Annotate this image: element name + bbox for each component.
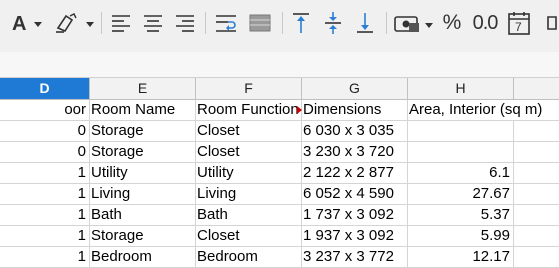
align-right-icon bbox=[176, 15, 194, 32]
toolbar-separator bbox=[282, 12, 283, 34]
overflow-icon bbox=[547, 16, 557, 30]
decimal-format-icon: 0.0 bbox=[472, 11, 499, 34]
table-cell[interactable]: 1 bbox=[0, 205, 90, 226]
column-letter: H bbox=[455, 80, 466, 96]
column-header-next[interactable] bbox=[514, 78, 559, 100]
table-cell[interactable]: 3 230 x 3 720 bbox=[302, 142, 408, 163]
merge-cells-icon bbox=[249, 14, 271, 32]
toolbar-separator bbox=[386, 12, 387, 34]
table-cell[interactable]: Bedroom bbox=[90, 247, 196, 268]
wrap-text-button[interactable] bbox=[212, 10, 240, 36]
table-cell[interactable]: Bedroom bbox=[196, 247, 302, 268]
text-overflow-indicator bbox=[297, 106, 302, 114]
table-cell[interactable]: Utility bbox=[196, 163, 302, 184]
align-left-button[interactable] bbox=[108, 10, 134, 36]
align-center-icon bbox=[144, 15, 162, 32]
column-title-cell[interactable]: Room Name bbox=[90, 100, 196, 121]
table-cell[interactable]: 0 bbox=[0, 142, 90, 163]
percent-format-button[interactable]: % bbox=[440, 10, 464, 36]
toolbar-separator bbox=[205, 12, 206, 34]
table-cell[interactable]: Storage bbox=[90, 121, 196, 142]
table-cell[interactable]: 1 937 x 3 092 bbox=[302, 226, 408, 247]
align-bottom-icon bbox=[357, 13, 373, 33]
spreadsheet-grid[interactable]: D E F G H oor Room Name Room Function Dimen… bbox=[0, 78, 559, 268]
currency-format-button[interactable] bbox=[392, 10, 436, 36]
table-cell[interactable]: 0 bbox=[0, 121, 90, 142]
table-cell-empty[interactable] bbox=[514, 226, 559, 247]
date-format-icon: 7 bbox=[508, 12, 530, 35]
table-cell-empty[interactable] bbox=[514, 142, 559, 163]
table-cell[interactable]: Closet bbox=[196, 121, 302, 142]
table-cell[interactable]: Closet bbox=[196, 142, 302, 163]
column-title-cell[interactable]: Area, Interior (sq m) bbox=[408, 100, 542, 121]
table-cell[interactable] bbox=[408, 121, 514, 142]
column-letter: D bbox=[39, 80, 50, 96]
highlight-color-icon bbox=[56, 13, 94, 33]
table-cell[interactable]: 5.99 bbox=[408, 226, 514, 247]
column-title-cell[interactable]: Room Function bbox=[196, 100, 302, 121]
table-cell-empty[interactable] bbox=[514, 163, 559, 184]
decimal-format-button[interactable]: 0.0 bbox=[468, 10, 502, 36]
column-letter: E bbox=[137, 80, 148, 96]
table-cell[interactable]: Storage bbox=[90, 226, 196, 247]
table-cell[interactable]: 3 237 x 3 772 bbox=[302, 247, 408, 268]
column-title-cell[interactable]: Dimensions bbox=[302, 100, 408, 121]
table-cell[interactable]: 1 bbox=[0, 163, 90, 184]
align-top-icon bbox=[293, 13, 309, 33]
svg-text:A: A bbox=[12, 13, 26, 35]
table-cell[interactable]: Bath bbox=[196, 205, 302, 226]
align-middle-icon bbox=[325, 12, 341, 34]
table-cell-empty[interactable] bbox=[514, 184, 559, 205]
formula-bar-strip bbox=[0, 52, 559, 78]
toolbar-separator bbox=[101, 12, 102, 34]
column-letter: G bbox=[349, 80, 360, 96]
table-cell[interactable]: 1 737 x 3 092 bbox=[302, 205, 408, 226]
table-cell-empty[interactable] bbox=[514, 247, 559, 268]
table-cell-empty[interactable] bbox=[514, 121, 559, 142]
merge-cells-button[interactable] bbox=[246, 10, 274, 36]
table-cell[interactable]: Living bbox=[196, 184, 302, 205]
align-middle-button[interactable] bbox=[320, 10, 346, 36]
formatting-toolbar: A % 0.0 7 bbox=[0, 0, 559, 52]
font-color-icon: A bbox=[12, 13, 42, 35]
table-cell[interactable]: 1 bbox=[0, 247, 90, 268]
column-letter: F bbox=[244, 80, 253, 96]
table-cell[interactable]: 2 122 x 2 877 bbox=[302, 163, 408, 184]
column-header-g[interactable]: G bbox=[302, 78, 408, 100]
date-format-button[interactable]: 7 bbox=[505, 10, 533, 36]
align-bottom-button[interactable] bbox=[352, 10, 378, 36]
table-cell[interactable]: Storage bbox=[90, 142, 196, 163]
align-top-button[interactable] bbox=[288, 10, 314, 36]
table-cell[interactable]: Closet bbox=[196, 226, 302, 247]
align-left-icon bbox=[112, 15, 130, 32]
table-cell[interactable]: 6 052 x 4 590 bbox=[302, 184, 408, 205]
table-cell[interactable]: 6 030 x 3 035 bbox=[302, 121, 408, 142]
table-cell[interactable]: 1 bbox=[0, 226, 90, 247]
date-day-text: 7 bbox=[515, 20, 522, 34]
font-color-button[interactable]: A bbox=[6, 10, 46, 36]
column-header-e[interactable]: E bbox=[90, 78, 196, 100]
align-right-button[interactable] bbox=[172, 10, 198, 36]
table-cell[interactable]: 5.37 bbox=[408, 205, 514, 226]
table-cell[interactable]: Bath bbox=[90, 205, 196, 226]
table-cell[interactable]: Living bbox=[90, 184, 196, 205]
column-header-d[interactable]: D bbox=[0, 78, 90, 100]
wrap-text-icon bbox=[216, 15, 236, 32]
table-cell[interactable]: 1 bbox=[0, 184, 90, 205]
currency-format-icon bbox=[394, 16, 433, 32]
table-cell[interactable]: 27.67 bbox=[408, 184, 514, 205]
overflow-button[interactable] bbox=[545, 10, 559, 36]
table-cell[interactable] bbox=[408, 142, 514, 163]
table-cell[interactable]: Utility bbox=[90, 163, 196, 184]
highlight-color-button[interactable] bbox=[52, 10, 96, 36]
table-cell[interactable]: 12.17 bbox=[408, 247, 514, 268]
table-cell-empty[interactable] bbox=[514, 205, 559, 226]
align-center-button[interactable] bbox=[140, 10, 166, 36]
column-header-h[interactable]: H bbox=[408, 78, 514, 100]
column-title-cell[interactable]: oor bbox=[0, 100, 90, 121]
column-header-f[interactable]: F bbox=[196, 78, 302, 100]
percent-format-icon: % bbox=[442, 11, 462, 34]
table-cell[interactable]: 6.1 bbox=[408, 163, 514, 184]
